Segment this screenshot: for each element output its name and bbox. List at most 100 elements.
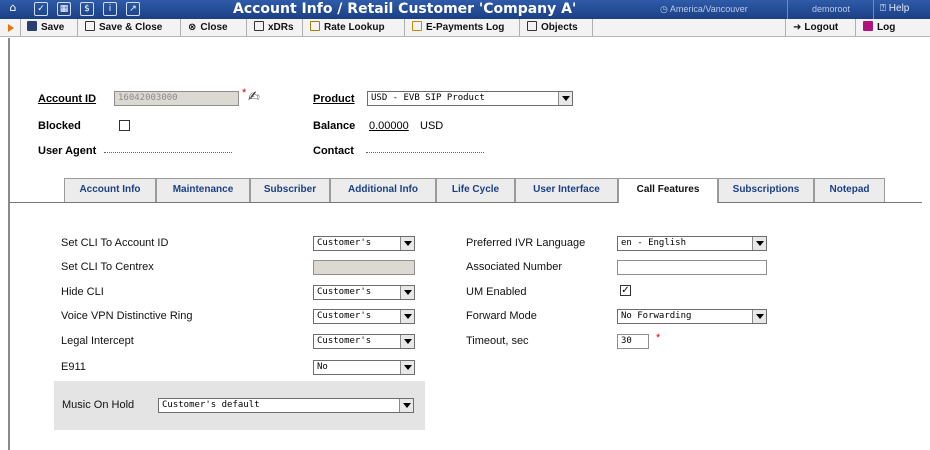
- ivr-language-select[interactable]: en - English: [617, 236, 767, 251]
- balance-amount[interactable]: 0.00000: [369, 120, 409, 132]
- chevron-down-icon: [400, 310, 414, 323]
- required-mark: *: [656, 332, 661, 344]
- tab-additional-info[interactable]: Additional Info: [330, 178, 436, 202]
- balance-currency: USD: [420, 120, 444, 132]
- account-id-label[interactable]: Account ID: [38, 93, 96, 105]
- save-button[interactable]: Save: [20, 19, 78, 37]
- ivr-language-label: Preferred IVR Language: [466, 237, 586, 249]
- chevron-down-icon: [752, 310, 766, 323]
- timeout-input[interactable]: 30: [617, 334, 649, 349]
- tab-user-interface[interactable]: User Interface: [515, 178, 618, 202]
- contact-label: Contact: [313, 145, 354, 157]
- select-value: Customer's: [317, 311, 372, 321]
- chevron-down-icon: [400, 361, 414, 374]
- user-agent-label: User Agent: [38, 145, 97, 157]
- save-close-icon: [85, 21, 95, 31]
- e911-select[interactable]: No: [313, 360, 415, 375]
- vpn-ring-select[interactable]: Customer's: [313, 309, 415, 324]
- legal-intercept-select[interactable]: Customer's: [313, 334, 415, 349]
- log-button[interactable]: Log: [856, 19, 930, 37]
- select-value: No: [317, 362, 328, 372]
- tab-subscriber[interactable]: Subscriber: [250, 178, 330, 202]
- set-cli-centrex-label: Set CLI To Centrex: [61, 261, 154, 273]
- chevron-down-icon: [400, 237, 414, 250]
- title-bar: ⌂ ✓ ▦ $ i ↗ Account Info / Retail Custom…: [0, 0, 930, 19]
- e911-label: E911: [61, 361, 86, 373]
- divider: [787, 0, 788, 19]
- clock-icon: ◷: [660, 4, 670, 14]
- epayments-icon: [412, 21, 422, 31]
- log-icon: [863, 21, 873, 31]
- tab-account-info[interactable]: Account Info: [64, 178, 156, 202]
- logout-icon: ➜: [793, 22, 802, 33]
- select-value: Customer's default: [162, 400, 260, 410]
- close-icon: ⊗: [188, 22, 197, 33]
- account-id-input[interactable]: 16042003000: [114, 91, 239, 106]
- required-mark: *: [242, 87, 247, 99]
- select-value: Customer's: [317, 238, 372, 248]
- objects-button[interactable]: Objects: [520, 19, 593, 37]
- tab-notepad[interactable]: Notepad: [814, 178, 885, 202]
- balance-label: Balance: [313, 120, 356, 132]
- table-icon[interactable]: ▦: [57, 2, 71, 16]
- forward-mode-select[interactable]: No Forwarding: [617, 309, 767, 324]
- dollar-icon[interactable]: $: [80, 2, 94, 16]
- set-cli-account-id-label: Set CLI To Account ID: [61, 237, 169, 249]
- music-on-hold-select[interactable]: Customer's default: [158, 398, 414, 413]
- close-button[interactable]: ⊗ Close: [181, 19, 247, 37]
- legal-intercept-label: Legal Intercept: [61, 335, 134, 347]
- forward-mode-label: Forward Mode: [466, 310, 537, 322]
- set-cli-centrex-input[interactable]: [313, 260, 415, 275]
- save-close-button[interactable]: Save & Close: [78, 19, 181, 37]
- select-value: No Forwarding: [621, 311, 692, 321]
- tabs-baseline: [10, 202, 922, 203]
- tab-call-features[interactable]: Call Features: [618, 178, 718, 203]
- set-cli-account-id-select[interactable]: Customer's: [313, 236, 415, 251]
- arrow-right-icon: [8, 24, 14, 32]
- rate-lookup-icon: [310, 21, 320, 31]
- select-value: Customer's: [317, 336, 372, 346]
- associated-number-label: Associated Number: [466, 261, 562, 273]
- window-title: Account Info / Retail Customer 'Company …: [233, 1, 577, 17]
- chart-icon[interactable]: ↗: [126, 2, 140, 16]
- chevron-down-icon: [558, 92, 572, 105]
- current-user: demoroot: [811, 4, 851, 14]
- hide-cli-select[interactable]: Customer's: [313, 285, 415, 300]
- vpn-ring-label: Voice VPN Distinctive Ring: [61, 310, 193, 322]
- divider: [873, 0, 874, 19]
- info-icon[interactable]: i: [103, 2, 117, 16]
- toolbar-spacer: [593, 19, 786, 37]
- checklist-icon[interactable]: ✓: [34, 2, 48, 16]
- help-link[interactable]: ⍰ Help: [880, 3, 909, 14]
- edit-pencil-icon[interactable]: ✍: [248, 88, 260, 105]
- contact-value: [366, 152, 484, 153]
- timeout-label: Timeout, sec: [466, 335, 529, 347]
- blocked-checkbox[interactable]: [119, 120, 130, 131]
- objects-icon: [527, 21, 537, 31]
- associated-number-input[interactable]: [617, 260, 767, 275]
- xdrs-icon: [254, 21, 264, 31]
- rate-lookup-button[interactable]: Rate Lookup: [303, 19, 405, 37]
- product-select[interactable]: USD - EVB SIP Product: [367, 91, 573, 106]
- help-icon: ⍰: [880, 3, 889, 14]
- um-enabled-checkbox[interactable]: ✓: [620, 285, 631, 296]
- epayments-log-button[interactable]: E-Payments Log: [405, 19, 520, 37]
- select-value: Customer's: [317, 287, 372, 297]
- chevron-down-icon: [400, 286, 414, 299]
- product-label[interactable]: Product: [313, 93, 355, 105]
- timezone-label[interactable]: ◷ America/Vancouver: [660, 4, 748, 15]
- tab-maintenance[interactable]: Maintenance: [156, 178, 250, 202]
- chevron-down-icon: [400, 335, 414, 348]
- tab-subscriptions[interactable]: Subscriptions: [718, 178, 814, 202]
- tab-life-cycle[interactable]: Life Cycle: [436, 178, 515, 202]
- save-icon: [27, 21, 37, 31]
- chevron-down-icon: [752, 237, 766, 250]
- logout-button[interactable]: ➜ Logout: [786, 19, 856, 37]
- product-value: USD - EVB SIP Product: [371, 93, 485, 103]
- chevron-down-icon: [399, 399, 413, 412]
- blocked-label: Blocked: [38, 120, 81, 132]
- select-value: en - English: [621, 238, 687, 248]
- music-on-hold-label: Music On Hold: [62, 399, 135, 411]
- xdrs-button[interactable]: xDRs: [247, 19, 303, 37]
- home-icon[interactable]: ⌂: [6, 2, 20, 16]
